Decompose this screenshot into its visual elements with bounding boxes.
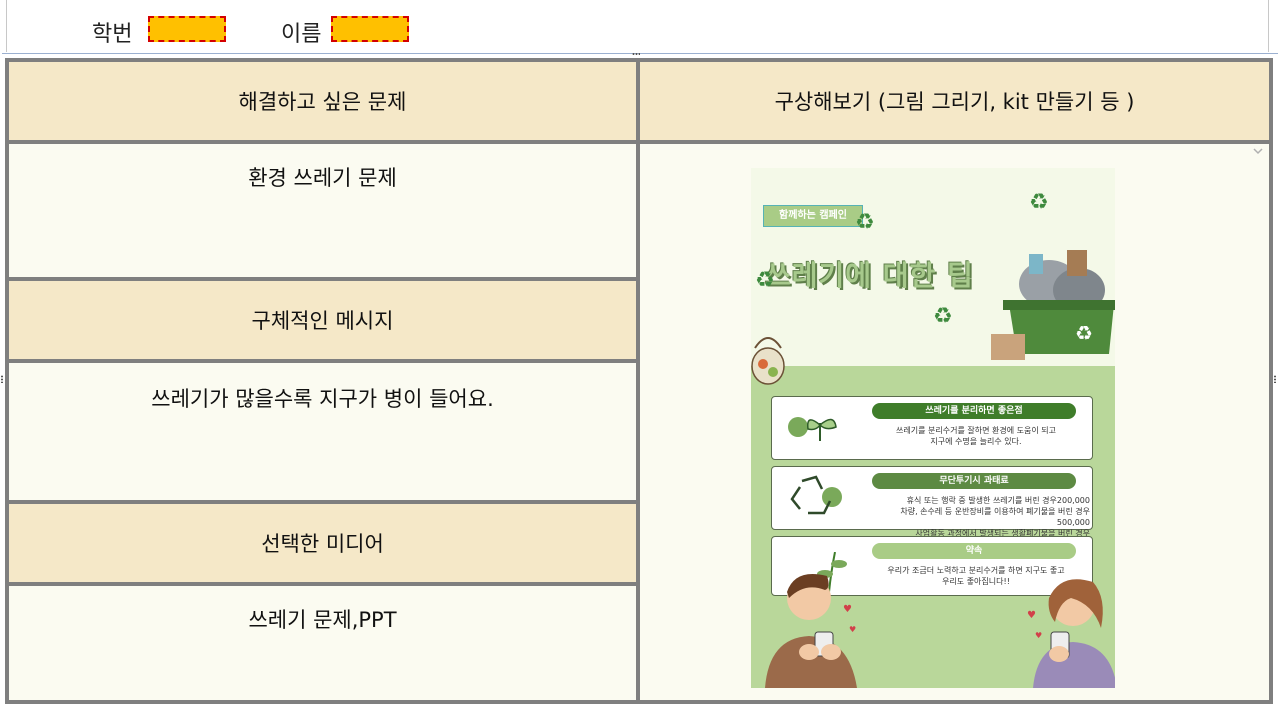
media-value: 쓰레기 문제,PPT [248,608,397,632]
planning-table: 해결하고 싶은 문제 구상해보기 (그림 그리기, kit 만들기 등 ) 환경… [5,58,1273,704]
girl-character-icon: ♥ ♥ [1027,579,1115,688]
message-value-cell[interactable]: 쓰레기가 많을수록 지구가 병이 들어요. [5,359,640,504]
recycle-icon: ♻ [933,304,953,329]
svg-text:♻: ♻ [1075,321,1093,345]
message-header: 구체적인 메시지 [251,309,394,333]
recycle-arrows-icon [786,473,846,524]
card-heading: 약속 [872,543,1076,559]
svg-text:♥: ♥ [843,604,852,615]
campaign-poster-image: 함께하는 캠페인 쓰레기에 대한 팁 ♻ ♻ ♻ ♻ ♻ 쓰레기를 분리하면 좋… [751,168,1115,688]
card-line: 차량, 손수레 등 운반장비를 이용하여 폐기물을 버린 경우500,000 [900,507,1090,527]
svg-text:♥: ♥ [1027,610,1036,621]
resize-handle-right[interactable] [1273,375,1277,383]
poster-card-fines: 무단투기시 과태료 휴식 또는 행락 중 발생한 쓰레기를 버린 경우200,0… [771,466,1093,549]
resize-handle-left[interactable] [0,375,4,383]
message-header-cell[interactable]: 구체적인 메시지 [5,277,640,363]
card-line: 쓰레기를 분리수거를 잘하면 환경에 도움이 되고 [896,426,1056,435]
garbage-pile-icon: ♻ [991,250,1115,360]
poster-card-benefits: 쓰레기를 분리하면 좋은점 쓰레기를 분리수거를 잘하면 환경에 도움이 되고 … [771,396,1093,460]
page-margin-right [1268,0,1269,52]
message-value: 쓰레기가 많을수록 지구가 병이 들어요. [151,387,494,411]
student-id-field[interactable] [148,16,226,42]
design-header: 구상해보기 (그림 그리기, kit 만들기 등 ) [774,90,1135,114]
recycle-icon: ♻ [855,210,875,235]
problem-value-cell[interactable]: 환경 쓰레기 문제 [5,140,640,281]
poster-badge: 함께하는 캠페인 [763,205,863,227]
card-line: 휴식 또는 행락 중 발생한 쓰레기를 버린 경우200,000 [906,496,1090,505]
recycle-icon: ♻ [1029,190,1049,215]
student-id-label: 학번 [92,22,133,47]
media-value-cell[interactable]: 쓰레기 문제,PPT [5,582,640,704]
chevron-down-icon[interactable] [1252,146,1264,156]
card-heading: 쓰레기를 분리하면 좋은점 [872,403,1076,419]
boy-character-icon: ♥ ♥ [765,552,857,688]
table-selection-border [2,53,1278,54]
card-body: 쓰레기를 분리수거를 잘하면 환경에 도움이 되고 지구에 수명을 늘리수 있다… [866,425,1086,447]
design-image-cell[interactable]: 함께하는 캠페인 쓰레기에 대한 팁 ♻ ♻ ♻ ♻ ♻ 쓰레기를 분리하면 좋… [636,140,1273,704]
page-margin-left [6,0,7,52]
media-header-cell[interactable]: 선택한 미디어 [5,500,640,586]
problem-header-cell[interactable]: 해결하고 싶은 문제 [5,58,640,144]
name-field[interactable] [331,16,409,42]
problem-header: 해결하고 싶은 문제 [238,90,407,114]
mesh-bag-icon [751,337,785,385]
design-header-cell[interactable]: 구상해보기 (그림 그리기, kit 만들기 등 ) [636,58,1273,144]
recycle-icon: ♻ [755,268,775,293]
problem-value: 환경 쓰레기 문제 [248,166,397,190]
svg-text:♥: ♥ [1035,631,1042,640]
poster-title: 쓰레기에 대한 팁 [765,259,974,292]
sprout-icon [786,407,846,452]
card-heading: 무단투기시 과태료 [872,473,1076,489]
resize-handle-top[interactable] [632,52,640,56]
name-label: 이름 [281,22,322,47]
page-header: 학번 이름 [0,0,1280,52]
card-line: 지구에 수명을 늘리수 있다. [930,437,1022,446]
svg-text:♥: ♥ [849,625,856,634]
media-header: 선택한 미디어 [261,532,384,556]
